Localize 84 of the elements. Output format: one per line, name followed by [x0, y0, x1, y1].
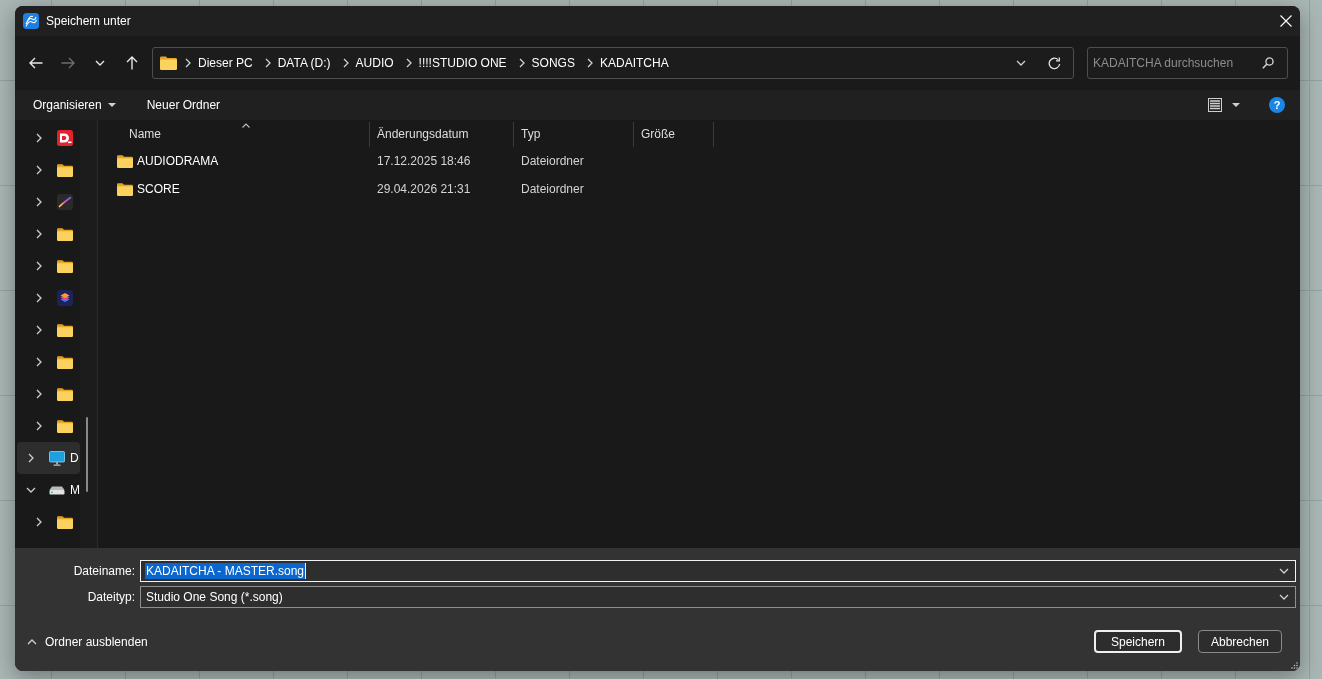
chevron-right-icon[interactable] [36, 293, 42, 303]
column-header[interactable]: Name [122, 122, 370, 147]
chevron-down-icon[interactable] [1279, 568, 1289, 574]
chevron-down-icon[interactable] [1279, 594, 1289, 600]
breadcrumb-item[interactable]: Dieser PC [194, 51, 257, 75]
file-name-cell[interactable]: AUDIODRAMA [117, 154, 370, 168]
app-logo-icon [23, 13, 39, 29]
breadcrumb-item[interactable]: SONGS [527, 51, 579, 75]
chevron-right-icon[interactable] [36, 133, 42, 143]
window-title: Speichern unter [46, 14, 131, 28]
chevron-down-icon[interactable] [26, 487, 36, 493]
search-icon[interactable] [1262, 57, 1274, 69]
nav-tree-item[interactable]: D [17, 442, 80, 474]
chevron-right-icon[interactable] [36, 357, 42, 367]
chevron-up-icon [27, 638, 37, 645]
chevron-down-icon [95, 60, 105, 66]
chevron-down-icon[interactable] [1016, 60, 1026, 66]
chevron-right-icon[interactable] [36, 261, 42, 271]
folder-icon [160, 56, 177, 70]
chevron-right-icon[interactable] [36, 325, 42, 335]
monitor-icon [49, 450, 65, 466]
organize-menu-button[interactable]: Organisieren [33, 93, 116, 117]
chevron-right-icon[interactable] [28, 453, 34, 463]
column-header[interactable]: Typ [514, 122, 634, 147]
caret-icon [1232, 103, 1240, 107]
breadcrumb-item[interactable]: !!!!STUDIO ONE [414, 51, 511, 75]
up-arrow-icon [126, 56, 138, 70]
scrollbar-thumb[interactable] [86, 417, 88, 492]
field-label: Dateityp: [86, 589, 135, 606]
nav-tree-item[interactable]: M [17, 474, 80, 506]
folder-icon [117, 182, 133, 196]
type-cell-text: Dateiordner [520, 154, 585, 168]
folder-icon [57, 387, 73, 401]
caret-icon [107, 103, 116, 107]
chevron-right-icon[interactable] [586, 58, 593, 68]
address-bar[interactable]: Dieser PC DATA (D:) AUDIO !!!!STUDIO ONE SONGS KADAITCHA [152, 47, 1074, 79]
date-cell-text: 29.04.2026 21:31 [376, 182, 472, 196]
date-cell-text: 17.12.2025 18:46 [376, 154, 472, 168]
brush-stroke-icon [57, 194, 73, 210]
folder-icon [57, 227, 73, 241]
chevron-right-icon[interactable] [264, 58, 271, 68]
chevron-right-icon[interactable] [342, 58, 349, 68]
layers-icon [57, 290, 73, 306]
back-arrow-icon [29, 57, 43, 69]
list-view-icon [1208, 98, 1222, 112]
folder-icon [57, 163, 73, 177]
search-field[interactable]: KADAITCHA durchsuchen [1087, 47, 1288, 79]
chevron-right-icon[interactable] [36, 197, 42, 207]
sort-ascending-icon [241, 123, 250, 128]
new-folder-button[interactable]: Neuer Ordner [146, 93, 221, 117]
cancel-button[interactable]: Abbrechen [1198, 630, 1282, 653]
drive-icon [49, 485, 65, 495]
breadcrumb-item[interactable]: AUDIO [351, 51, 398, 75]
folder-icon [57, 259, 73, 273]
breadcrumb-item[interactable]: DATA (D:) [273, 51, 335, 75]
file-name-cell[interactable]: SCORE [117, 182, 370, 196]
save-button[interactable]: Speichern [1094, 630, 1182, 653]
chevron-right-icon[interactable] [36, 389, 42, 399]
filename-combobox[interactable]: KADAITCHA - MASTER.song [140, 560, 1296, 582]
chevron-right-icon[interactable] [405, 58, 412, 68]
column-header[interactable]: Änderungsdatum [370, 122, 514, 147]
chevron-right-icon[interactable] [36, 165, 42, 175]
chevron-right-icon[interactable] [185, 58, 191, 68]
help-button[interactable]: ? [1269, 97, 1285, 113]
folder-icon [57, 419, 73, 433]
chevron-right-icon[interactable] [36, 517, 42, 527]
hide-folders-button[interactable]: Ordner ausblenden [27, 634, 148, 649]
column-header[interactable]: Größe [634, 122, 714, 147]
play-app-icon [57, 130, 73, 146]
field-label: Dateiname: [72, 563, 135, 580]
folder-icon [57, 515, 73, 529]
chevron-right-icon[interactable] [36, 229, 42, 239]
folder-icon [57, 355, 73, 369]
close-icon [1280, 15, 1292, 27]
type-cell-text: Dateiordner [520, 182, 585, 196]
filetype-combobox[interactable]: Studio One Song (*.song) [140, 586, 1296, 608]
chevron-right-icon[interactable] [518, 58, 525, 68]
breadcrumb-item[interactable]: KADAITCHA [595, 51, 673, 75]
folder-icon [117, 154, 133, 168]
refresh-icon[interactable] [1048, 56, 1061, 70]
chevron-right-icon[interactable] [36, 421, 42, 431]
folder-icon [57, 323, 73, 337]
resize-grip-icon[interactable] [1291, 662, 1298, 669]
forward-arrow-icon [61, 57, 75, 69]
